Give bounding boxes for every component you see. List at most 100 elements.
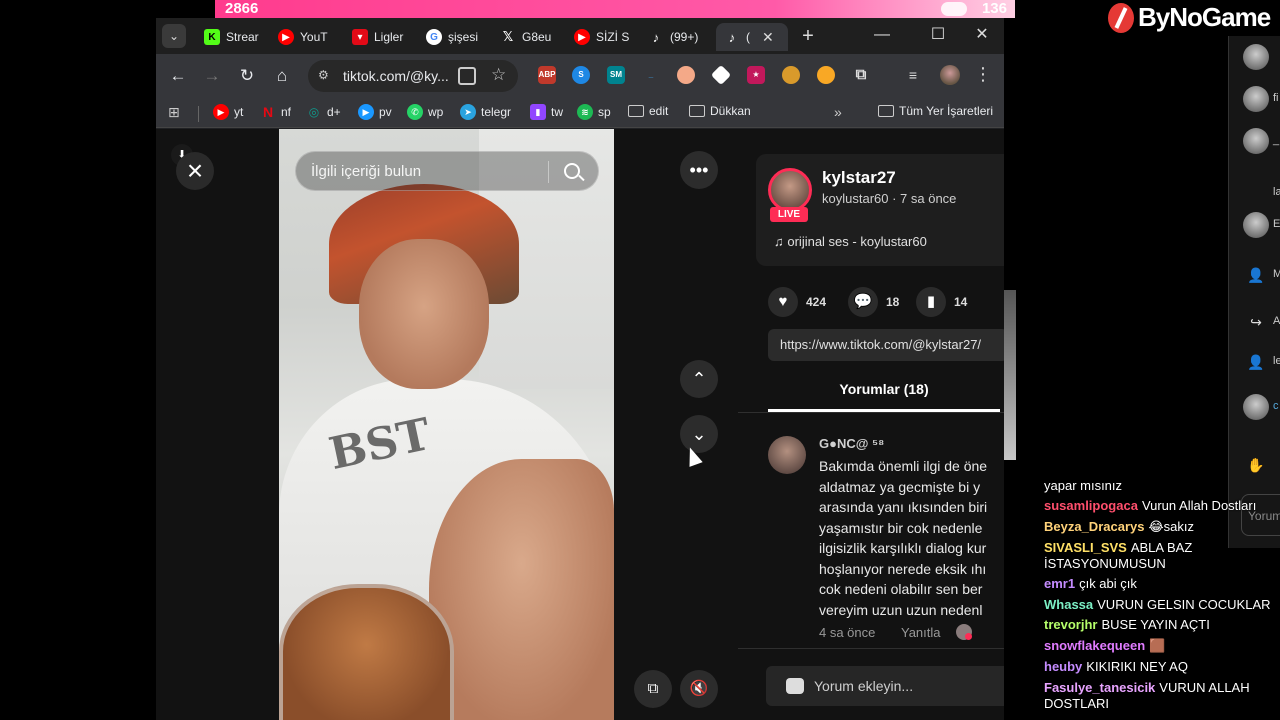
cookie-icon[interactable]	[782, 66, 800, 84]
bookmark-sp[interactable]: ≋ sp	[577, 104, 611, 120]
new-tab-button[interactable]: +	[796, 24, 820, 48]
related-search-box[interactable]: İlgili içeriği bulun	[295, 151, 599, 191]
tab-comments[interactable]: Yorumlar (18)	[768, 381, 1000, 397]
chat-username[interactable]: susamlipogaca	[1044, 498, 1138, 513]
reply-button[interactable]: Yanıtla	[901, 625, 941, 640]
chat-text: BUSE YAYIN AÇTI	[1101, 617, 1210, 632]
save-stat[interactable]: ▮ 14	[916, 287, 967, 317]
chat-username[interactable]: snowflakequeen	[1044, 638, 1145, 653]
search-icon[interactable]	[564, 163, 580, 179]
google-icon: G	[426, 29, 442, 45]
all-bookmarks-folder[interactable]: Tüm Yer İşaretleri	[878, 104, 993, 118]
tab-ligler[interactable]: ▾ Ligler	[344, 23, 410, 51]
profile-avatar[interactable]	[940, 65, 960, 85]
install-app-icon[interactable]	[458, 67, 476, 85]
bookmark-wp[interactable]: ✆ wp	[407, 104, 443, 120]
background-window-edge	[1004, 290, 1016, 460]
video-link[interactable]: https://www.tiktok.com/@kylstar27/	[768, 329, 1004, 361]
tab-tiktok[interactable]: ♪ (99+)	[640, 23, 706, 51]
extension-yellow-icon[interactable]	[817, 66, 835, 84]
extension-pink-icon[interactable]: ★	[747, 66, 765, 84]
next-video-button[interactable]: ⌄	[680, 415, 718, 453]
bookmark-dplus[interactable]: ◎ d+	[306, 104, 341, 120]
commenter-avatar[interactable]	[768, 436, 806, 474]
more-options-button[interactable]: •••	[680, 151, 718, 189]
bookmark-pv[interactable]: ▶ pv	[358, 104, 392, 120]
tab-youtube-2[interactable]: ▶ SİZİ S	[566, 23, 632, 51]
screen: 2866 136 ByNoGame ⌄ K Strear ▶ YouT ▾ Li…	[0, 0, 1280, 720]
tab-search-button[interactable]: ⌄	[162, 24, 186, 48]
post-sidebar: LIVE kylstar27 koylustar60 · 7 sa önce ♫…	[738, 129, 1004, 720]
adblock-icon[interactable]: ABP	[538, 66, 556, 84]
maximize-button[interactable]: ☐	[918, 22, 958, 48]
close-window-button[interactable]: ✕	[962, 22, 1002, 48]
author-avatar[interactable]	[768, 168, 812, 212]
extension-blue-icon[interactable]: S	[572, 66, 590, 84]
bookmark-folder-edit[interactable]: edit	[628, 104, 668, 118]
viewer-avatar[interactable]	[1243, 86, 1269, 112]
chat-username[interactable]: Fasulye_tanesicik	[1044, 680, 1155, 695]
shield-icon: ▾	[352, 29, 368, 45]
user-icon[interactable]: 👤	[1243, 262, 1269, 288]
share-icon[interactable]: ↪	[1243, 309, 1269, 335]
tab-x[interactable]: 𝕏 G8eu	[492, 23, 558, 51]
user-icon[interactable]: 👤	[1243, 349, 1269, 375]
minimize-button[interactable]: —	[862, 22, 902, 48]
add-comment-field[interactable]: Yorum ekleyin...	[766, 666, 1004, 706]
reload-button[interactable]: ↻	[235, 64, 259, 88]
comment-stat[interactable]: 💬 18	[848, 287, 899, 317]
bookmark-label: sp	[598, 105, 611, 119]
bookmark-nf[interactable]: Nnf	[260, 104, 291, 120]
previous-video-button[interactable]: ⌃	[680, 360, 718, 398]
tab-tiktok-active[interactable]: ♪ ( ✕	[716, 23, 788, 51]
chat-username[interactable]: emr1	[1044, 576, 1075, 591]
chat-username[interactable]: trevorjhr	[1044, 617, 1097, 632]
author-username[interactable]: kylstar27	[822, 168, 896, 188]
bookmark-yt[interactable]: ▶ yt	[213, 104, 243, 120]
chat-username[interactable]: heuby	[1044, 659, 1082, 674]
like-stat[interactable]: ♥ 424	[768, 287, 826, 317]
viewer-avatar[interactable]	[1243, 44, 1269, 70]
chat-username[interactable]: Beyza_Dracarys	[1044, 519, 1144, 534]
chat-username[interactable]: SIVASLI_SVS	[1044, 540, 1127, 555]
extension-round-icon[interactable]	[677, 66, 695, 84]
viewer-avatar[interactable]	[1243, 212, 1269, 238]
tab-kick[interactable]: K Strear	[196, 23, 262, 51]
home-button[interactable]: ⌂	[270, 64, 294, 88]
comment-line: hoşlanıyor nerede eksik ıhı	[819, 560, 987, 577]
video-player[interactable]: BST İlgili içeriği bulun	[279, 129, 614, 720]
bookmark-folder-dukkan[interactable]: Dükkan	[689, 104, 751, 118]
tab-close-icon[interactable]: ✕	[762, 29, 774, 46]
extension-line-icon[interactable]: _	[642, 66, 660, 84]
extension-diamond-icon[interactable]	[710, 64, 732, 86]
commenter-name[interactable]: G●NC@ ⁵⁸	[819, 436, 884, 451]
tab-youtube[interactable]: ▶ YouT	[270, 23, 336, 51]
site-settings-icon[interactable]: ⚙	[318, 68, 334, 84]
extensions-puzzle-icon[interactable]: ⧉	[852, 66, 870, 84]
media-control-icon[interactable]: ≡	[904, 66, 922, 84]
viewer-avatar[interactable]	[1243, 394, 1269, 420]
more-bookmarks-icon[interactable]: »	[834, 104, 842, 120]
apps-grid-icon[interactable]: ⊞	[168, 104, 180, 121]
music-link[interactable]: ♫ orijinal ses - koylustar60	[774, 234, 927, 249]
pip-button[interactable]: ⧉	[634, 670, 672, 708]
bookmark-star-icon[interactable]: ☆	[491, 65, 506, 85]
tab-google[interactable]: G şişesi	[418, 23, 484, 51]
search-divider	[548, 161, 549, 183]
chat-username[interactable]: Whassa	[1044, 597, 1093, 612]
whatsapp-icon: ✆	[407, 104, 423, 120]
back-button[interactable]: ←	[166, 64, 190, 88]
bookmarks-separator	[198, 106, 199, 122]
like-count: 424	[806, 295, 827, 309]
browser-menu-icon[interactable]: ⋮	[974, 64, 992, 85]
close-video-button[interactable]: ×	[176, 152, 214, 190]
forward-button[interactable]: →	[200, 64, 224, 88]
address-bar[interactable]: ⚙ tiktok.com/@ky... ☆	[308, 60, 518, 92]
mute-button[interactable]: 🔇	[680, 670, 718, 708]
bookmark-label: Dükkan	[710, 104, 751, 118]
bookmark-telegram[interactable]: ➤ telegr	[460, 104, 511, 120]
extension-sm-icon[interactable]: SM	[607, 66, 625, 84]
gift-icon[interactable]	[786, 678, 804, 694]
bookmark-tw[interactable]: ▮ tw	[530, 104, 563, 120]
viewer-avatar[interactable]	[1243, 128, 1269, 154]
